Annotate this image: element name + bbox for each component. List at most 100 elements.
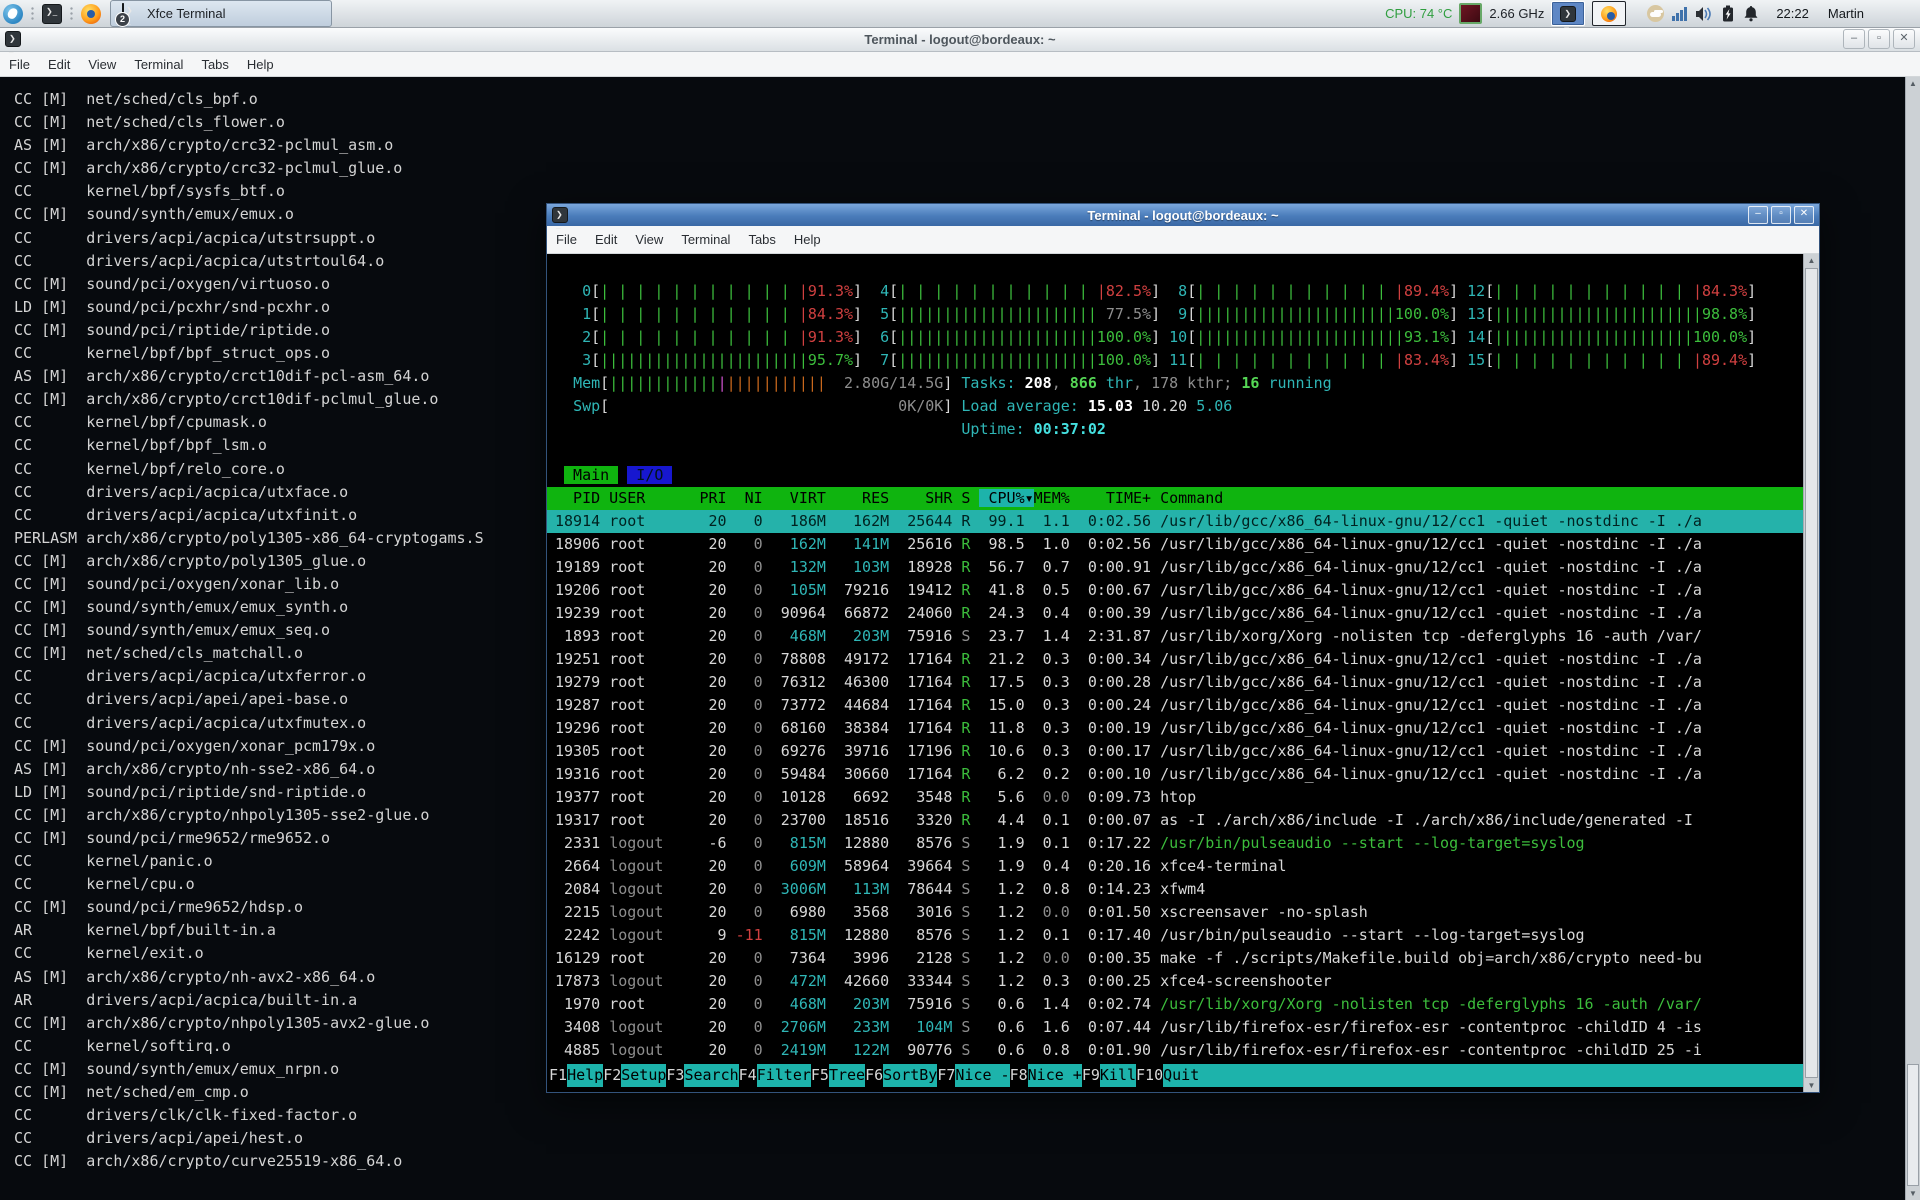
htop-tabs: Main I/O [547,464,1804,487]
fkey-f3[interactable]: F3 [666,1064,684,1087]
menu-item-edit[interactable]: Edit [39,53,79,76]
scrollbar-thumb[interactable] [1805,268,1818,1078]
notifications-bell-icon[interactable] [1743,5,1759,22]
htop-output: 0[| | | | | | | | | | | |91.3%] 4[| | | … [547,254,1804,1092]
fkey-f10[interactable]: F10 [1136,1064,1163,1087]
build-log-line: CC kernel/bpf/sysfs_btf.o [14,180,1920,203]
fkey-f4-label[interactable]: Filter [757,1064,811,1087]
uptime-line: Uptime: 00:37:02 [547,418,1804,441]
fkey-f3-label[interactable]: Search [684,1064,738,1087]
applications-menu-icon[interactable] [3,4,23,24]
window-switcher-terminal-button[interactable] [1551,1,1585,26]
process-row[interactable]: 19305 root 20 0 69276 39716 17196 R 10.6… [547,740,1804,763]
fkey-f2[interactable]: F2 [603,1064,621,1087]
tab-io[interactable]: I/O [627,466,672,484]
minimize-button[interactable]: – [1748,206,1768,224]
battery-icon[interactable] [1721,5,1735,22]
terminal-launcher-icon[interactable] [42,4,62,24]
fkey-f1-label[interactable]: Help [567,1064,603,1087]
close-button[interactable]: ✕ [1794,206,1814,224]
weather-tray-icon[interactable] [1647,5,1664,22]
panel-separator [69,6,74,22]
process-row[interactable]: 2084 logout 20 0 3006M 113M 78644 S 1.2 … [547,878,1804,901]
process-row[interactable]: 18914 root 20 0 186M 162M 25644 R 99.1 1… [547,510,1804,533]
menu-item-file[interactable]: File [0,53,39,76]
process-row[interactable]: 19239 root 20 0 90964 66872 24060 R 24.3… [547,602,1804,625]
htop-window-titlebar[interactable]: Terminal - logout@bordeaux: ~ – ▫ ✕ [547,204,1819,226]
process-row[interactable]: 19316 root 20 0 59484 30660 17164 R 6.2 … [547,763,1804,786]
process-row[interactable]: 3408 logout 20 0 2706M 233M 104M S 0.6 1… [547,1016,1804,1039]
firefox-launcher-icon[interactable] [81,4,101,24]
fkey-f5[interactable]: F5 [811,1064,829,1087]
process-row[interactable]: 19251 root 20 0 78808 49172 17164 R 21.2… [547,648,1804,671]
fkey-f7[interactable]: F7 [937,1064,955,1087]
menu-item-help[interactable]: Help [785,228,830,251]
menu-item-terminal[interactable]: Terminal [125,53,192,76]
scroll-up-arrow-icon[interactable]: ▲ [1906,77,1920,90]
process-row[interactable]: 19296 root 20 0 68160 38384 17164 R 11.8… [547,717,1804,740]
process-row[interactable]: 2242 logout 9 -11 815M 12880 8576 S 1.2 … [547,924,1804,947]
process-row[interactable]: 19206 root 20 0 105M 79216 19412 R 41.8 … [547,579,1804,602]
menu-item-view[interactable]: View [79,53,125,76]
htop-window-title: Terminal - logout@bordeaux: ~ [547,208,1819,223]
fkey-f2-label[interactable]: Setup [621,1064,666,1087]
fkey-f6-label[interactable]: SortBy [883,1064,937,1087]
menu-item-tabs[interactable]: Tabs [739,228,784,251]
htop-terminal-window: Terminal - logout@bordeaux: ~ – ▫ ✕ File… [546,203,1820,1093]
maximize-button[interactable]: ▫ [1868,29,1890,49]
process-row[interactable]: 19317 root 20 0 23700 18516 3320 R 4.4 0… [547,809,1804,832]
process-row[interactable]: 16129 root 20 0 7364 3996 2128 S 1.2 0.0… [547,947,1804,970]
process-row[interactable]: 2331 logout -6 0 815M 12880 8576 S 1.9 0… [547,832,1804,855]
process-row[interactable]: 18906 root 20 0 162M 141M 25616 R 98.5 1… [547,533,1804,556]
fkey-f4[interactable]: F4 [739,1064,757,1087]
scrollbar-thumb[interactable] [1907,1064,1919,1186]
panel-left: 2 Xfce Terminal [0,0,332,27]
htop-terminal-scrollbar[interactable]: ▲ ▼ [1803,254,1819,1092]
tab-main[interactable]: Main [564,466,618,484]
background-window-titlebar[interactable]: Terminal - logout@bordeaux: ~ – ▫ ✕ [0,27,1920,52]
process-row[interactable]: 1970 root 20 0 468M 203M 75916 S 0.6 1.4… [547,993,1804,1016]
fkey-f9[interactable]: F9 [1082,1064,1100,1087]
volume-icon[interactable] [1695,6,1713,22]
process-row[interactable]: 2215 logout 20 0 6980 3568 3016 S 1.2 0.… [547,901,1804,924]
process-row[interactable]: 19279 root 20 0 76312 46300 17164 R 17.5… [547,671,1804,694]
fkey-f9-label[interactable]: Kill [1100,1064,1136,1087]
process-row[interactable]: 19377 root 20 0 10128 6692 3548 R 5.6 0.… [547,786,1804,809]
network-signal-icon[interactable] [1672,6,1687,21]
minimize-button[interactable]: – [1843,29,1865,49]
scroll-down-arrow-icon[interactable]: ▼ [1906,1187,1920,1200]
close-button[interactable]: ✕ [1893,29,1915,49]
process-row[interactable]: 1893 root 20 0 468M 203M 75916 S 23.7 1.… [547,625,1804,648]
menu-item-tabs[interactable]: Tabs [192,53,237,76]
menu-item-file[interactable]: File [547,228,586,251]
fkey-f6[interactable]: F6 [865,1064,883,1087]
fkey-f5-label[interactable]: Tree [829,1064,865,1087]
menu-item-help[interactable]: Help [238,53,283,76]
panel-separator [30,6,35,22]
menu-item-view[interactable]: View [626,228,672,251]
cpu-chip-icon [1459,3,1482,24]
clock[interactable]: 22:22 [1776,6,1809,21]
process-row[interactable]: 19189 root 20 0 132M 103M 18928 R 56.7 0… [547,556,1804,579]
build-log-line: CC drivers/clk/clk-fixed-factor.o [14,1104,1920,1127]
menu-item-terminal[interactable]: Terminal [672,228,739,251]
build-log-line: CC [M] arch/x86/crypto/curve25519-x86_64… [14,1150,1920,1173]
fkey-f8-label[interactable]: Nice + [1028,1064,1082,1087]
process-row[interactable]: 19287 root 20 0 73772 44684 17164 R 15.0… [547,694,1804,717]
menu-item-edit[interactable]: Edit [586,228,626,251]
maximize-button[interactable]: ▫ [1771,206,1791,224]
taskbar-button-xfce-terminal[interactable]: 2 Xfce Terminal [110,0,332,27]
column-header-cpu-sort[interactable]: CPU%▾ [979,489,1033,507]
scroll-down-arrow-icon[interactable]: ▼ [1804,1079,1819,1092]
fkey-f7-label[interactable]: Nice - [955,1064,1009,1087]
process-row[interactable]: 2664 logout 20 0 609M 58964 39664 S 1.9 … [547,855,1804,878]
process-row[interactable]: 17873 logout 20 0 472M 42660 33344 S 1.2… [547,970,1804,993]
fkey-f1[interactable]: F1 [549,1064,567,1087]
process-row[interactable]: 4885 logout 20 0 2419M 122M 90776 S 0.6 … [547,1039,1804,1062]
window-switcher-firefox-button[interactable] [1592,1,1626,26]
fkey-f10-label[interactable]: Quit [1163,1064,1199,1087]
background-terminal-scrollbar[interactable]: ▲ ▼ [1905,77,1920,1200]
scroll-up-arrow-icon[interactable]: ▲ [1804,254,1819,267]
fkey-f8[interactable]: F8 [1010,1064,1028,1087]
process-table-header[interactable]: PID USER PRI NI VIRT RES SHR S CPU%▾MEM%… [547,487,1804,510]
